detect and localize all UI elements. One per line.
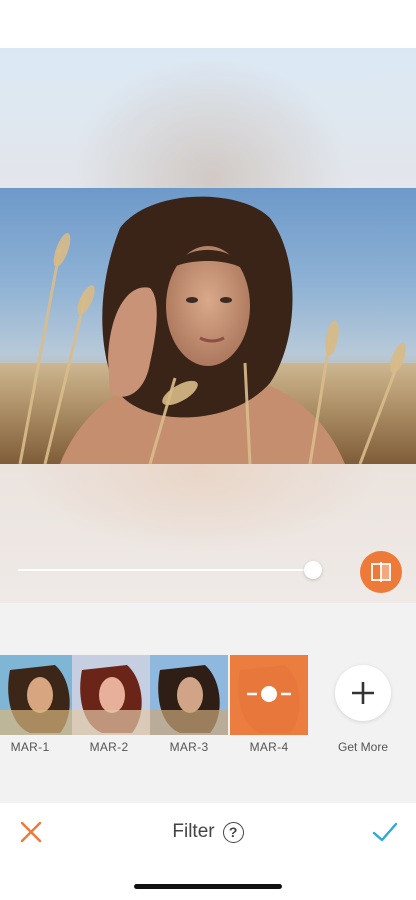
- filter-preview-mar-2: [72, 655, 150, 735]
- status-bar: [0, 0, 416, 48]
- filter-thumb-mar-3[interactable]: [150, 655, 228, 735]
- filter-label-mar-1: MAR-1: [10, 740, 50, 754]
- filter-label-mar-2: MAR-2: [89, 740, 129, 754]
- filter-thumb-mar-4[interactable]: [230, 655, 308, 735]
- home-indicator: [134, 884, 282, 889]
- filter-thumb-mar-1[interactable]: [0, 655, 78, 735]
- compare-button[interactable]: [360, 551, 402, 593]
- filter-label-mar-4: MAR-4: [249, 740, 289, 754]
- tool-title: Filter: [172, 821, 215, 842]
- filter-intensity-track[interactable]: [18, 569, 308, 571]
- plus-icon: [352, 682, 374, 704]
- edited-photo: [0, 188, 416, 464]
- get-more-button[interactable]: [335, 665, 391, 721]
- confirm-button[interactable]: [371, 818, 399, 846]
- compare-icon: [371, 562, 391, 582]
- help-icon[interactable]: ?: [222, 821, 244, 843]
- filter-intensity-knob[interactable]: [304, 561, 322, 579]
- photo-canvas: [0, 48, 416, 603]
- filter-preview-mar-1: [0, 655, 78, 735]
- blurred-background-top: [0, 48, 416, 188]
- filter-label-mar-3: MAR-3: [169, 740, 209, 754]
- filter-preview-mar-4: [230, 655, 308, 735]
- filter-preview-mar-3: [150, 655, 228, 735]
- checkmark-icon: [372, 822, 398, 842]
- get-more-label: Get More: [337, 740, 388, 754]
- tool-title-group: Filter ?: [0, 819, 416, 845]
- blurred-background-bottom: [0, 464, 416, 603]
- filter-thumb-mar-2[interactable]: [72, 655, 150, 735]
